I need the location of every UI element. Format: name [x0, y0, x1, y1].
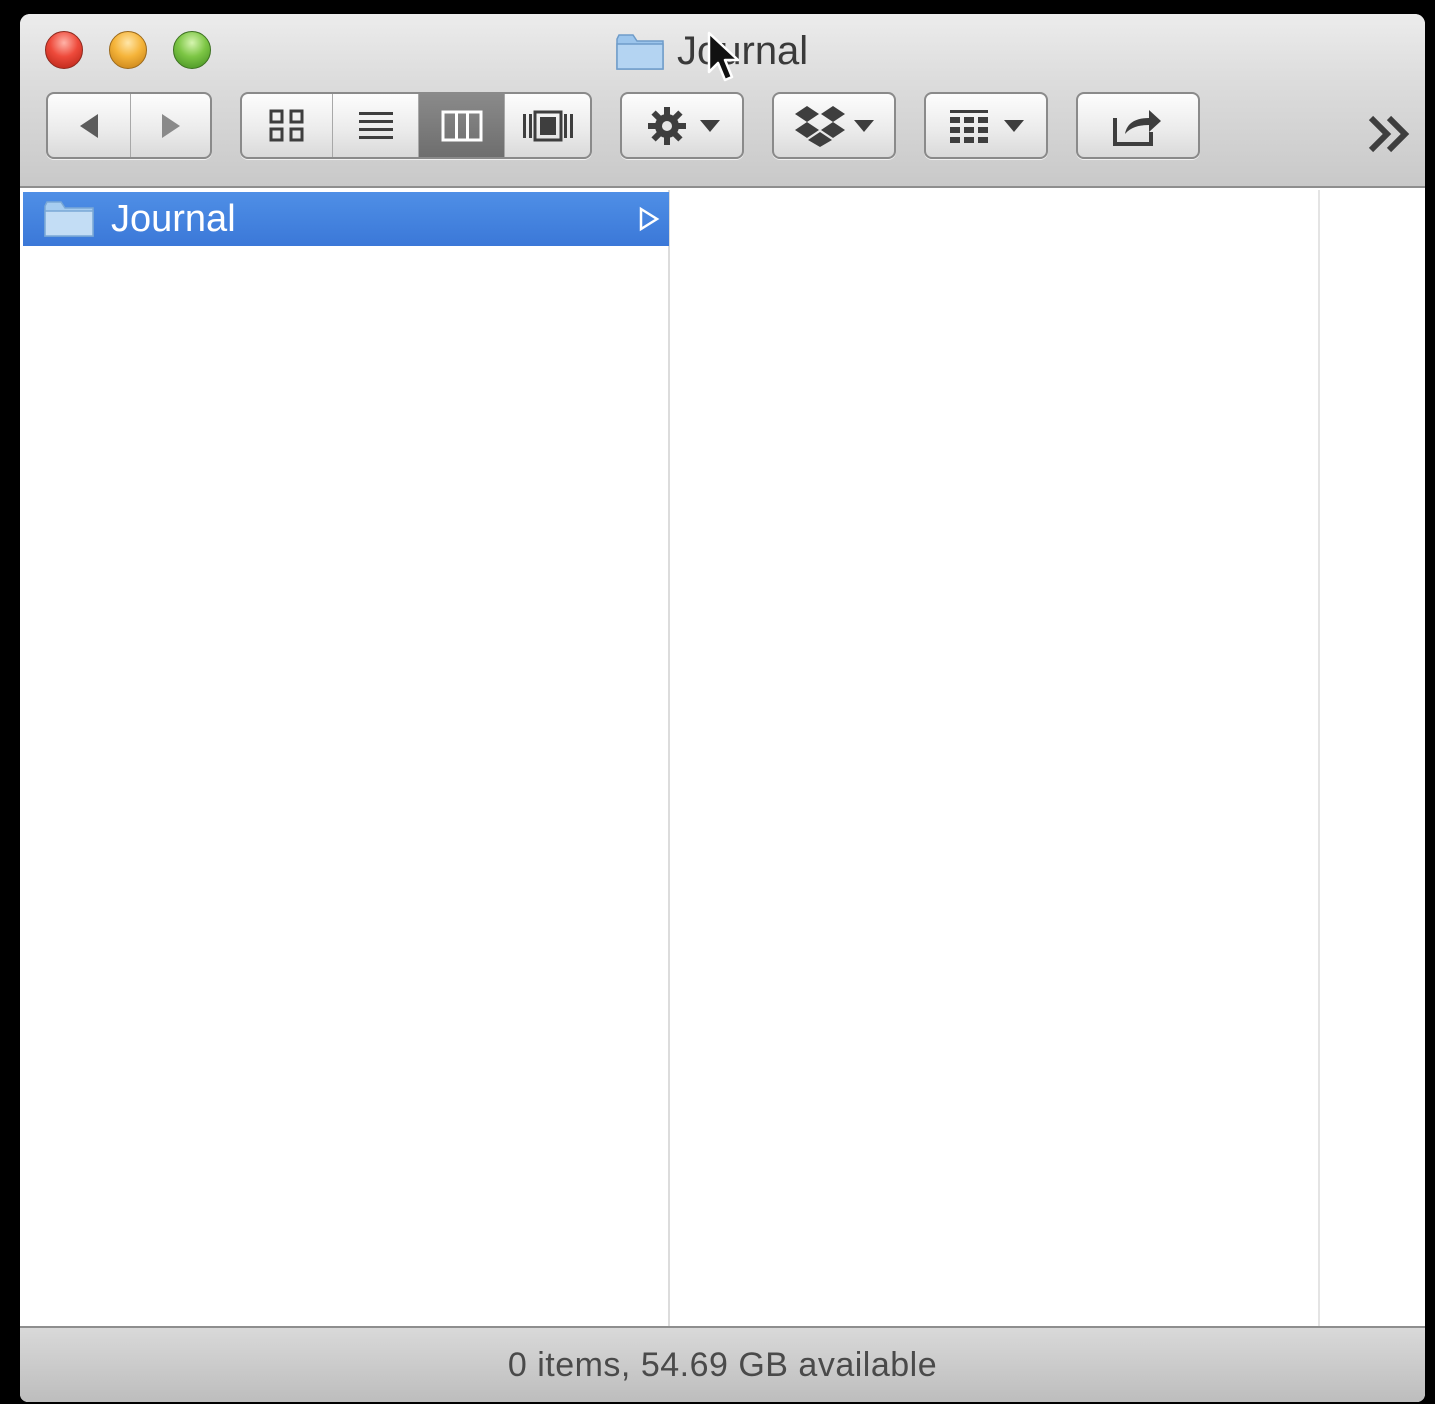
- status-bar: 0 items, 54.69 GB available: [20, 1326, 1425, 1402]
- chevron-down-icon: [700, 119, 720, 132]
- browser-column-1[interactable]: Journal: [20, 190, 670, 1326]
- mouse-cursor-icon: [707, 31, 740, 82]
- view-switcher: [240, 92, 592, 159]
- close-window-button[interactable]: [45, 31, 83, 69]
- minimize-window-button[interactable]: [109, 31, 147, 69]
- share-icon: [1113, 109, 1161, 146]
- dropbox-icon: [795, 105, 845, 147]
- chevron-down-icon: [854, 119, 874, 132]
- forward-arrow-icon: [161, 113, 180, 138]
- list-item[interactable]: Journal: [23, 192, 669, 246]
- icon-view-icon: [269, 109, 304, 141]
- back-button[interactable]: [48, 94, 130, 157]
- toolbar-overflow-chevron-icon[interactable]: [1365, 112, 1415, 156]
- forward-button[interactable]: [130, 94, 210, 157]
- list-view-button[interactable]: [332, 94, 418, 157]
- folder-icon: [616, 34, 664, 70]
- cover-flow-button[interactable]: [504, 94, 590, 157]
- status-text: 0 items, 54.69 GB available: [507, 1345, 938, 1384]
- share-button[interactable]: [1076, 92, 1200, 159]
- icon-view-button[interactable]: [242, 94, 332, 157]
- list-view-icon: [358, 111, 393, 139]
- dropbox-menu-button[interactable]: [772, 92, 896, 159]
- list-item-label: Journal: [111, 198, 236, 240]
- finder-window: Journal Journal 0 items, 54.69 GB availa…: [20, 14, 1425, 1402]
- gear-icon: [648, 106, 686, 145]
- column-view-button[interactable]: [418, 94, 504, 157]
- browser-column-3[interactable]: [1322, 190, 1425, 1326]
- window-title-label: Journal: [677, 28, 809, 73]
- action-menu-button[interactable]: [620, 92, 744, 159]
- zoom-window-button[interactable]: [173, 31, 211, 69]
- column-view-icon: [441, 110, 482, 141]
- browser-column-2[interactable]: [672, 190, 1320, 1326]
- folder-icon: [44, 201, 94, 237]
- disclosure-arrow-icon: [639, 206, 660, 232]
- arrange-menu-button[interactable]: [924, 92, 1048, 159]
- back-forward-control: [46, 92, 212, 159]
- arrange-grid-icon: [950, 109, 988, 143]
- back-arrow-icon: [80, 113, 98, 138]
- chevron-down-icon: [1004, 119, 1024, 132]
- cover-flow-icon: [522, 110, 573, 141]
